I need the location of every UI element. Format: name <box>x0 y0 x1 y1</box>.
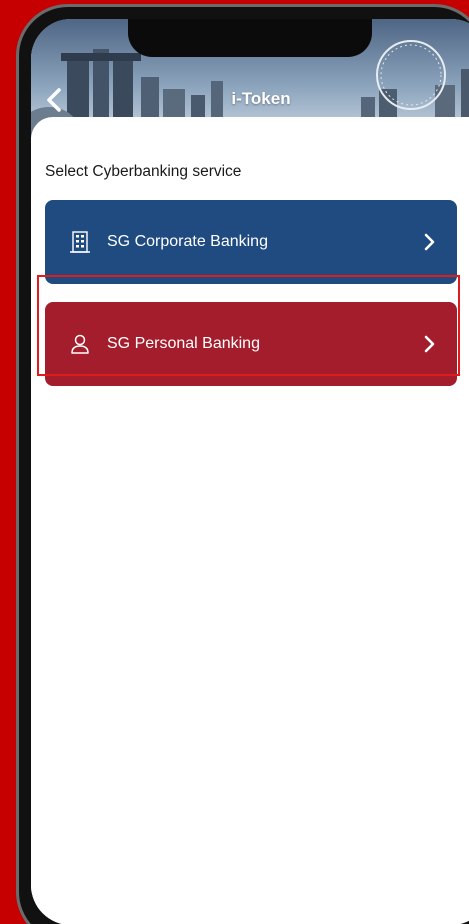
app-screen: i-Token Select Cyberbanking service SG C… <box>31 19 469 924</box>
personal-banking-label: SG Personal Banking <box>107 335 260 352</box>
phone-frame: i-Token Select Cyberbanking service SG C… <box>16 4 469 924</box>
device-notch <box>128 19 372 57</box>
personal-banking-button[interactable]: SG Personal Banking <box>45 302 457 386</box>
person-icon <box>67 331 93 357</box>
chevron-right-icon <box>419 232 439 252</box>
building-icon <box>67 229 93 255</box>
corporate-banking-label: SG Corporate Banking <box>107 233 268 250</box>
page-title: i-Token <box>231 89 291 108</box>
service-list-panel: Select Cyberbanking service SG Corporate <box>31 117 469 924</box>
corporate-banking-button[interactable]: SG Corporate Banking <box>45 200 457 284</box>
chevron-right-icon <box>419 334 439 354</box>
select-service-label: Select Cyberbanking service <box>45 163 242 180</box>
